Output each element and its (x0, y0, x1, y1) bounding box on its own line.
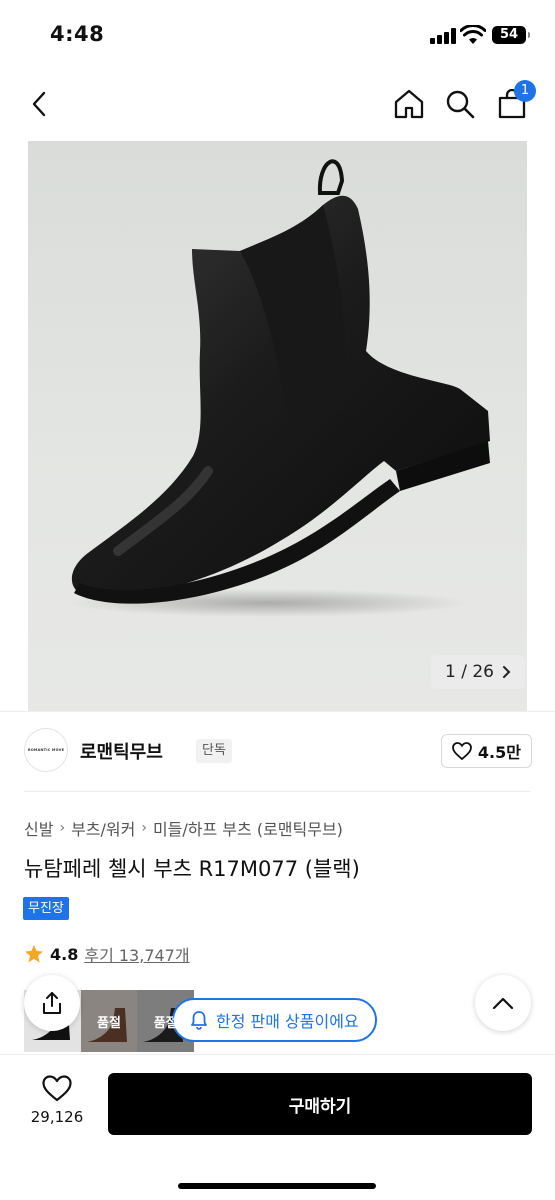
chevron-right-icon (503, 666, 511, 678)
signal-icon (430, 28, 456, 44)
brand-like-count: 4.5만 (477, 743, 521, 762)
divider (24, 791, 531, 792)
chevron-up-icon (492, 997, 514, 1010)
heart-icon (452, 742, 472, 760)
back-button[interactable] (22, 86, 58, 122)
variant-thumbnail[interactable]: 품절 (80, 990, 138, 1052)
header: 1 (0, 70, 555, 140)
cart-count-badge: 1 (514, 80, 536, 102)
chevron-right-icon: › (141, 820, 147, 836)
star-icon (25, 945, 43, 963)
wishlist-button[interactable]: 29,126 (24, 1075, 90, 1141)
brand-logo[interactable]: ROMANTIC MOVE (24, 728, 68, 772)
heart-icon (42, 1075, 72, 1102)
home-button[interactable] (391, 86, 427, 122)
divider (0, 711, 555, 712)
brand-like-button[interactable]: 4.5만 (440, 734, 532, 768)
product-title: 뉴탐페레 첼시 부츠 R17M077 (블랙) (24, 857, 360, 881)
status-time: 4:48 (50, 22, 105, 46)
breadcrumb-item[interactable]: 미들/하프 부츠 (로맨틱무브) (153, 816, 343, 840)
bell-icon (191, 1011, 207, 1030)
cart-button[interactable]: 1 (494, 80, 536, 122)
rating-value: 4.8 (50, 944, 79, 964)
scroll-to-top-button[interactable] (475, 975, 531, 1031)
breadcrumb-item[interactable]: 신발 (24, 816, 53, 840)
delivery-badge: 무진장 (23, 897, 69, 920)
chevron-left-icon (32, 91, 46, 117)
wishlist-count: 29,126 (30, 1108, 84, 1126)
search-button[interactable] (442, 86, 478, 122)
breadcrumb: 신발 › 부츠/워커 › 미들/하프 부츠 (로맨틱무브) (24, 816, 343, 840)
breadcrumb-item[interactable]: 부츠/워커 (71, 816, 135, 840)
home-icon (394, 89, 424, 119)
exclusive-tag: 단독 (196, 739, 232, 763)
status-bar: 4:48 54 (0, 0, 555, 70)
rating-row: 4.8 후기 13,747개 (24, 942, 190, 966)
review-count-link[interactable]: 후기 13,747개 (84, 942, 189, 966)
wifi-icon (460, 25, 486, 44)
limited-sale-text: 한정 판매 상품이에요 (216, 1012, 359, 1031)
variant-soldout-label: 품절 (153, 1015, 178, 1031)
share-icon (43, 992, 61, 1014)
share-button[interactable] (24, 975, 80, 1031)
brand-row: ROMANTIC MOVE 로맨틱무브 단독 4.5만 (24, 728, 532, 774)
chevron-right-icon: › (59, 820, 66, 836)
brand-name[interactable]: 로맨틱무브 (80, 738, 163, 764)
limited-sale-notice[interactable]: 한정 판매 상품이에요 (172, 998, 377, 1042)
battery-icon: 54 (492, 26, 530, 44)
variant-soldout-label: 품절 (97, 1015, 121, 1031)
buy-button[interactable]: 구매하기 (108, 1073, 532, 1135)
chelsea-boot-illustration (68, 159, 490, 617)
search-icon (446, 90, 475, 119)
product-image[interactable]: 1 / 26 (28, 141, 527, 711)
image-counter-text: 1 / 26 (445, 662, 494, 682)
image-counter[interactable]: 1 / 26 (431, 655, 525, 689)
bottom-action-bar: 29,126 구매하기 (0, 1054, 555, 1200)
home-indicator (178, 1183, 376, 1189)
